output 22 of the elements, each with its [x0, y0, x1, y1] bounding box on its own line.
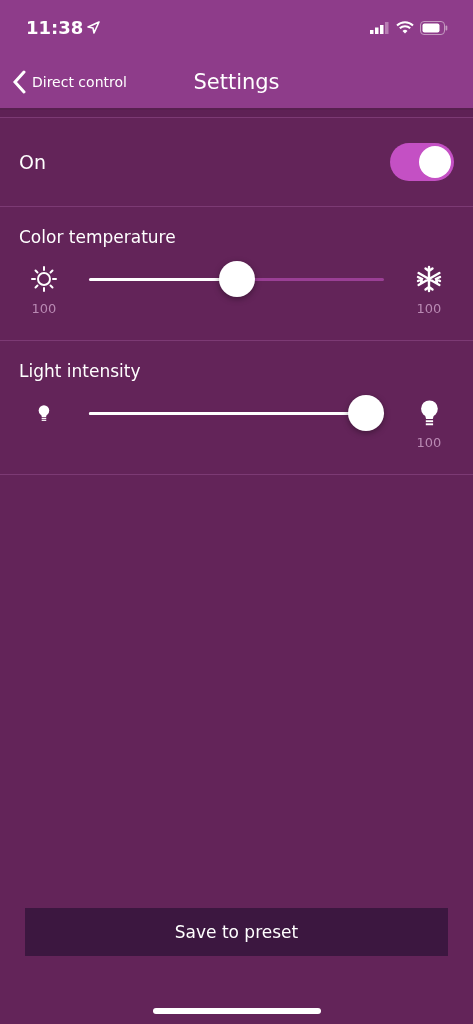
- back-button[interactable]: Direct control: [0, 68, 133, 95]
- power-label: On: [19, 151, 46, 173]
- save-to-preset-button[interactable]: Save to preset: [25, 908, 448, 956]
- slider-thumb[interactable]: [348, 394, 385, 431]
- light-bulb-icon: [38, 404, 50, 422]
- max-reading: 100: [416, 435, 442, 450]
- screen-title: Settings: [193, 69, 280, 94]
- sun-icon: [30, 265, 58, 293]
- min-reading: 100: [31, 301, 57, 316]
- slider-thumb[interactable]: [218, 260, 255, 297]
- max-reading: 100: [416, 301, 442, 316]
- chevron-left-icon: [12, 69, 26, 94]
- clock-time: 11:38: [26, 17, 84, 38]
- slider-label: Light intensity: [19, 361, 142, 381]
- battery-icon: [420, 20, 448, 35]
- signal-icon: [370, 21, 390, 34]
- power-toggle[interactable]: [390, 143, 454, 181]
- wifi-icon: [396, 21, 414, 34]
- light-bulb-icon: [419, 399, 439, 427]
- location-arrow-icon: [87, 21, 101, 34]
- slider-label: Color temperature: [19, 227, 177, 247]
- snowflake-icon: [415, 265, 443, 293]
